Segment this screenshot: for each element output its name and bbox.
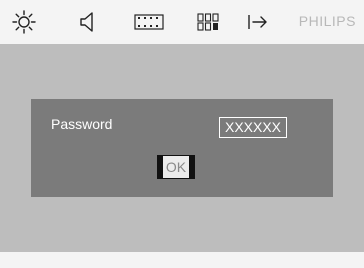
- brightness-icon[interactable]: [10, 8, 38, 36]
- password-input[interactable]: XXXXXX: [219, 117, 287, 138]
- top-toolbar: PHILIPS: [0, 0, 364, 44]
- grid-icon[interactable]: [195, 8, 221, 36]
- password-dialog: Password XXXXXX OK: [31, 99, 333, 197]
- bottom-bar: [0, 252, 364, 268]
- film-strip-icon[interactable]: [134, 8, 164, 36]
- speaker-icon[interactable]: [76, 8, 100, 36]
- password-label: Password: [51, 116, 113, 132]
- ok-button[interactable]: OK: [157, 155, 195, 179]
- brand-logo: PHILIPS: [298, 13, 356, 29]
- export-icon[interactable]: [246, 8, 270, 36]
